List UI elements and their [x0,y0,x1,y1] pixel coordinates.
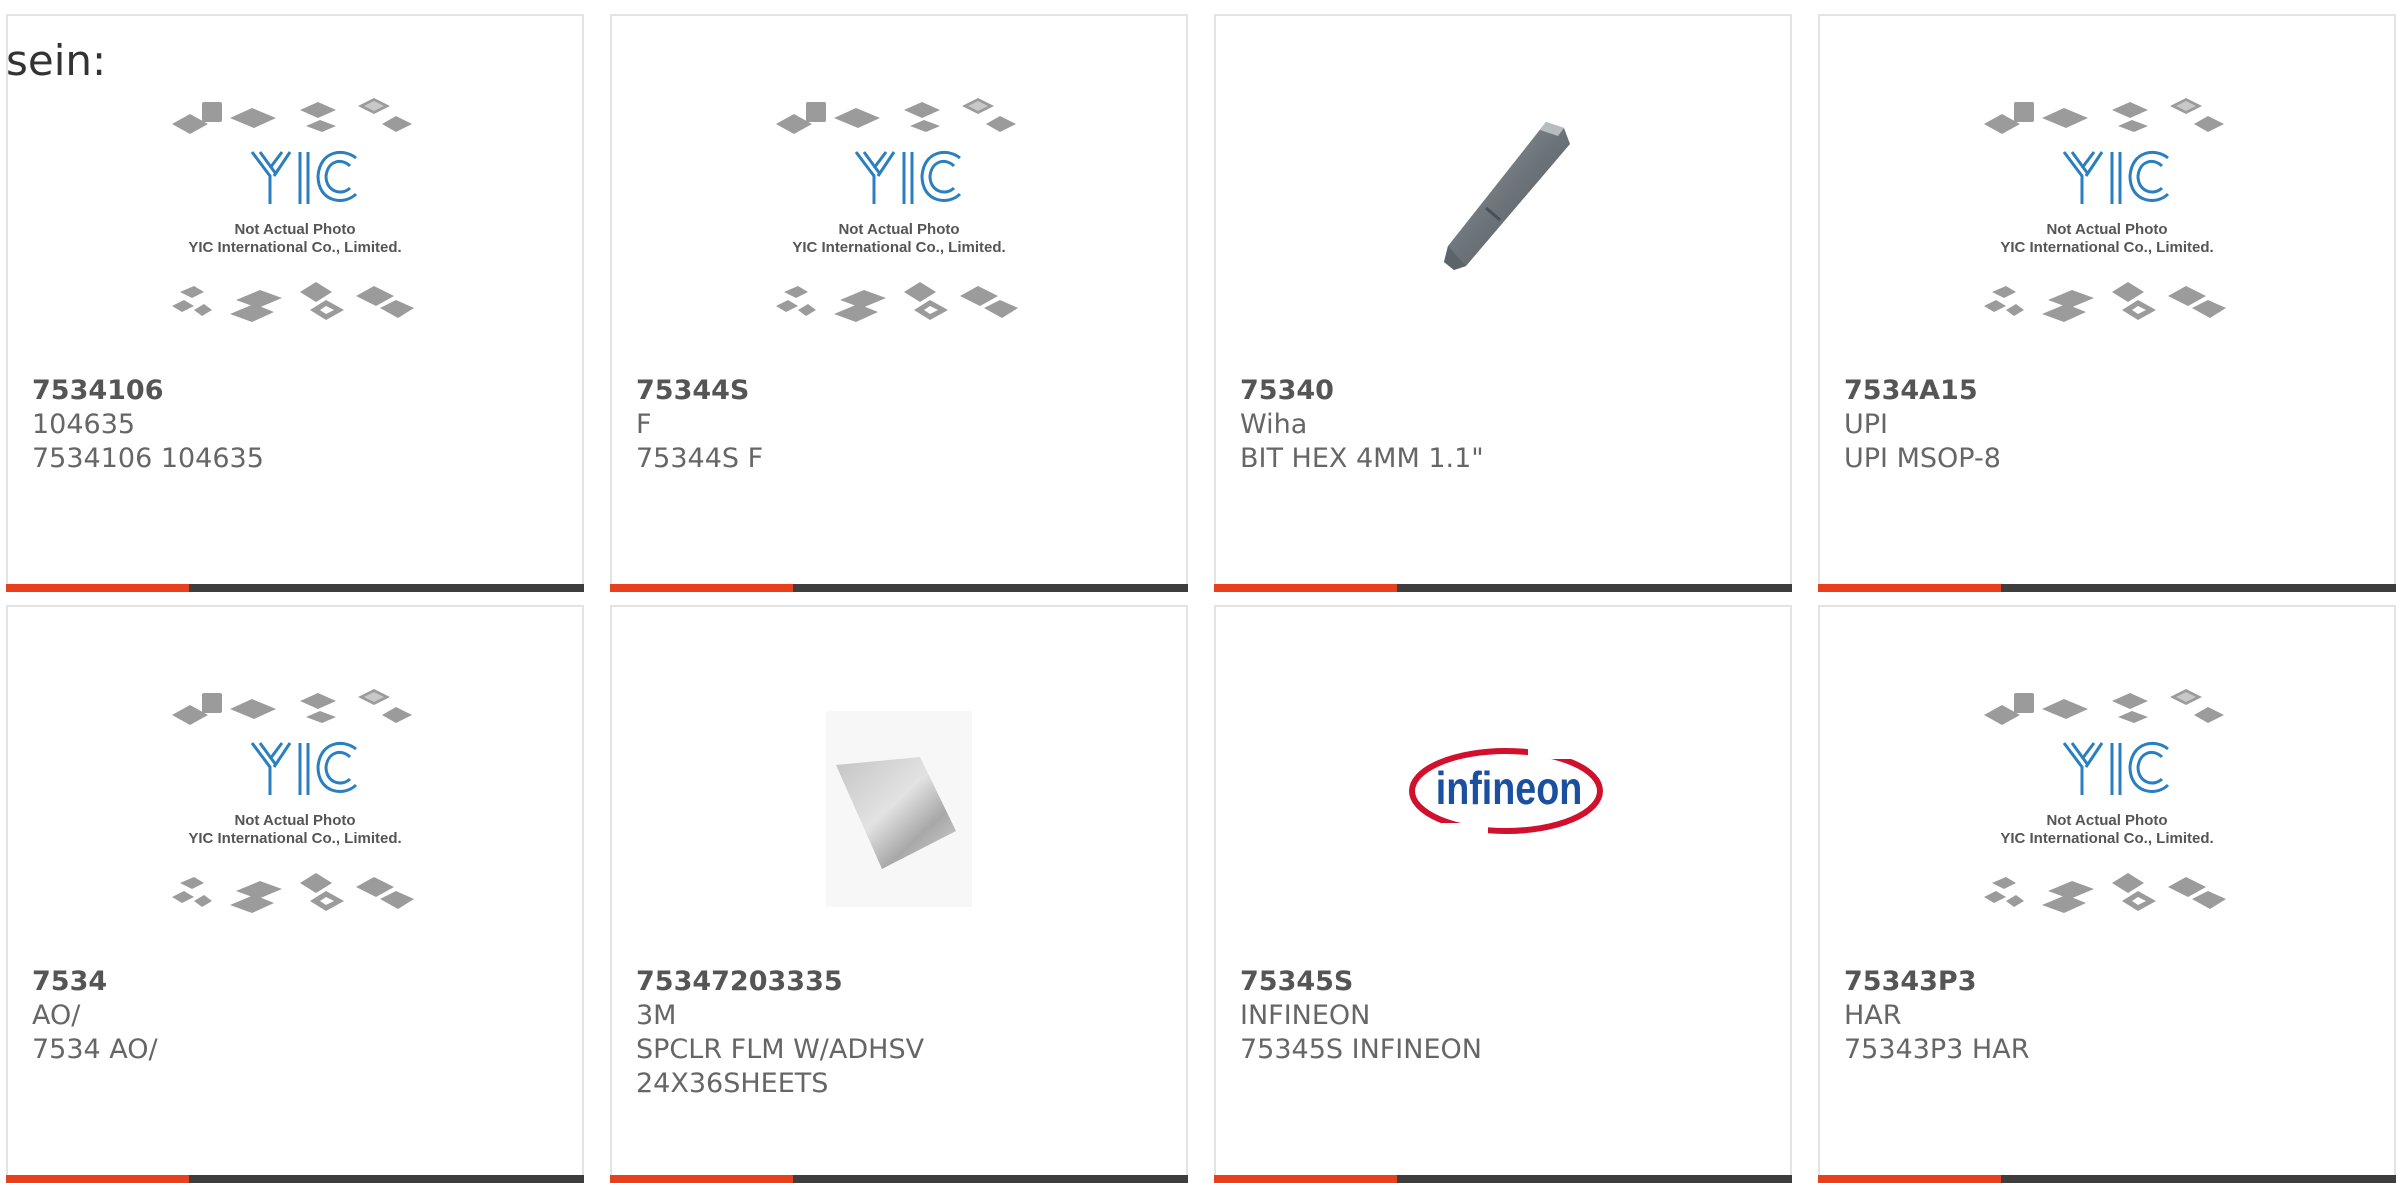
product-image[interactable]: Not Actual Photo YIC International Co., … [612,96,1186,366]
accent-segment [1214,584,1397,592]
dark-segment [2001,584,2396,592]
manufacturer-text: 104635 [32,409,136,440]
product-card[interactable]: Not Actual Photo YIC International Co., … [610,14,1188,592]
product-image[interactable]: infineon [1216,687,1790,957]
card-accent-bar [1214,584,1792,592]
product-info: 75344S F 75344S F [636,374,1166,476]
dark-segment [189,1175,584,1183]
hex-bit-image [1444,122,1570,270]
product-info: 7534 AO/7534 AO/ [32,965,562,1067]
description-text-line2: 24X36SHEETS [636,1068,829,1099]
description-text: BIT HEX 4MM 1.1" [1240,443,1484,474]
card-accent-bar [1818,584,2396,592]
card-accent-bar [6,584,584,592]
not-actual-photo-text: Not Actual Photo [838,221,959,238]
accent-segment [1214,1175,1397,1183]
yic-company-text: YIC International Co., Limited. [792,239,1005,256]
dark-segment [189,584,584,592]
part-number-link[interactable]: 75347203335 [636,965,1166,999]
dark-segment [793,584,1188,592]
product-info: 75340 Wiha BIT HEX 4MM 1.1" [1240,374,1770,476]
product-card[interactable]: Not Actual Photo YIC International Co., … [1818,605,2396,1183]
dark-segment [2001,1175,2396,1183]
card-accent-bar [1214,1175,1792,1183]
yic-placeholder-image: Not Actual Photo YIC International Co., … [172,98,414,322]
product-image[interactable]: Not Actual Photo YIC International Co., … [1820,96,2394,366]
product-card[interactable]: Not Actual Photo YIC International Co., … [1818,14,2396,592]
product-image[interactable] [612,687,1186,957]
infineon-logo-text: infineon [1436,762,1583,813]
product-card[interactable]: infineon 75345S INFINEON 75345S INFINEON [1214,605,1792,1183]
yic-company-text: YIC International Co., Limited. [2000,830,2213,847]
description-text: 75343P3 HAR [1844,1034,2030,1065]
product-card[interactable]: Not Actual Photo YIC International Co., … [6,14,584,592]
accent-segment [6,584,189,592]
card-accent-bar [1818,1175,2396,1183]
product-image[interactable]: Not Actual Photo YIC International Co., … [8,96,582,366]
manufacturer-text: Wiha [1240,409,1308,440]
product-info: 7534A15 UPI UPI MSOP-8 [1844,374,2374,476]
part-number-link[interactable]: 75343P3 [1844,965,2374,999]
yic-placeholder-image: Not Actual Photo YIC International Co., … [172,689,414,913]
description-text: 75344S F [636,443,764,474]
product-info: 75343P3 HAR 75343P3 HAR [1844,965,2374,1067]
product-info: 75345S INFINEON 75345S INFINEON [1240,965,1770,1067]
description-text: 7534 AO/ [32,1034,158,1065]
description-text: SPCLR FLM W/ADHSV [636,1034,925,1065]
not-actual-photo-text: Not Actual Photo [234,221,355,238]
description-text: 7534106 104635 [32,443,264,474]
manufacturer-text: AO/ [32,1000,81,1031]
part-number-link[interactable]: 7534A15 [1844,374,2374,408]
part-number-link[interactable]: 75345S [1240,965,1770,999]
card-accent-bar [610,1175,1188,1183]
part-number-link[interactable]: 7534 [32,965,562,999]
infineon-logo-image: infineon [1408,739,1608,837]
manufacturer-text: INFINEON [1240,1000,1371,1031]
product-info: 7534106 104635 7534106 104635 [32,374,562,476]
description-text: UPI MSOP-8 [1844,443,2001,474]
product-image[interactable]: Not Actual Photo YIC International Co., … [8,687,582,957]
not-actual-photo-text: Not Actual Photo [234,812,355,829]
product-card[interactable]: 75340 Wiha BIT HEX 4MM 1.1" [1214,14,1792,592]
part-number-link[interactable]: 75344S [636,374,1166,408]
dark-segment [793,1175,1188,1183]
product-card[interactable]: Not Actual Photo YIC International Co., … [6,605,584,1183]
manufacturer-text: HAR [1844,1000,1902,1031]
yic-placeholder-image: Not Actual Photo YIC International Co., … [776,98,1018,322]
product-image[interactable]: Not Actual Photo YIC International Co., … [1820,687,2394,957]
yic-company-text: YIC International Co., Limited. [188,830,401,847]
product-image[interactable] [1216,96,1790,366]
yic-placeholder-image: Not Actual Photo YIC International Co., … [1984,98,2226,322]
part-number-link[interactable]: 7534106 [32,374,562,408]
accent-segment [1818,584,2001,592]
product-card[interactable]: 75347203335 3M SPCLR FLM W/ADHSV 24X36SHEET… [610,605,1188,1183]
accent-segment [6,1175,189,1183]
card-accent-bar [610,584,1188,592]
yic-placeholder-image: Not Actual Photo YIC International Co., … [1984,689,2226,913]
accent-segment [610,1175,793,1183]
intro-text: sein: [6,36,107,85]
part-number-link[interactable]: 75340 [1240,374,1770,408]
card-accent-bar [6,1175,584,1183]
accent-segment [1818,1175,2001,1183]
yic-company-text: YIC International Co., Limited. [2000,239,2213,256]
not-actual-photo-text: Not Actual Photo [2046,812,2167,829]
accent-segment [610,584,793,592]
yic-company-text: YIC International Co., Limited. [188,239,401,256]
dark-segment [1397,1175,1792,1183]
manufacturer-text: 3M [636,1000,677,1031]
product-info: 75347203335 3M SPCLR FLM W/ADHSV 24X36SHEET… [636,965,1166,1101]
film-sheet-image [826,711,972,907]
manufacturer-text: F [636,409,652,440]
manufacturer-text: UPI [1844,409,1889,440]
not-actual-photo-text: Not Actual Photo [2046,221,2167,238]
description-text: 75345S INFINEON [1240,1034,1482,1065]
dark-segment [1397,584,1792,592]
